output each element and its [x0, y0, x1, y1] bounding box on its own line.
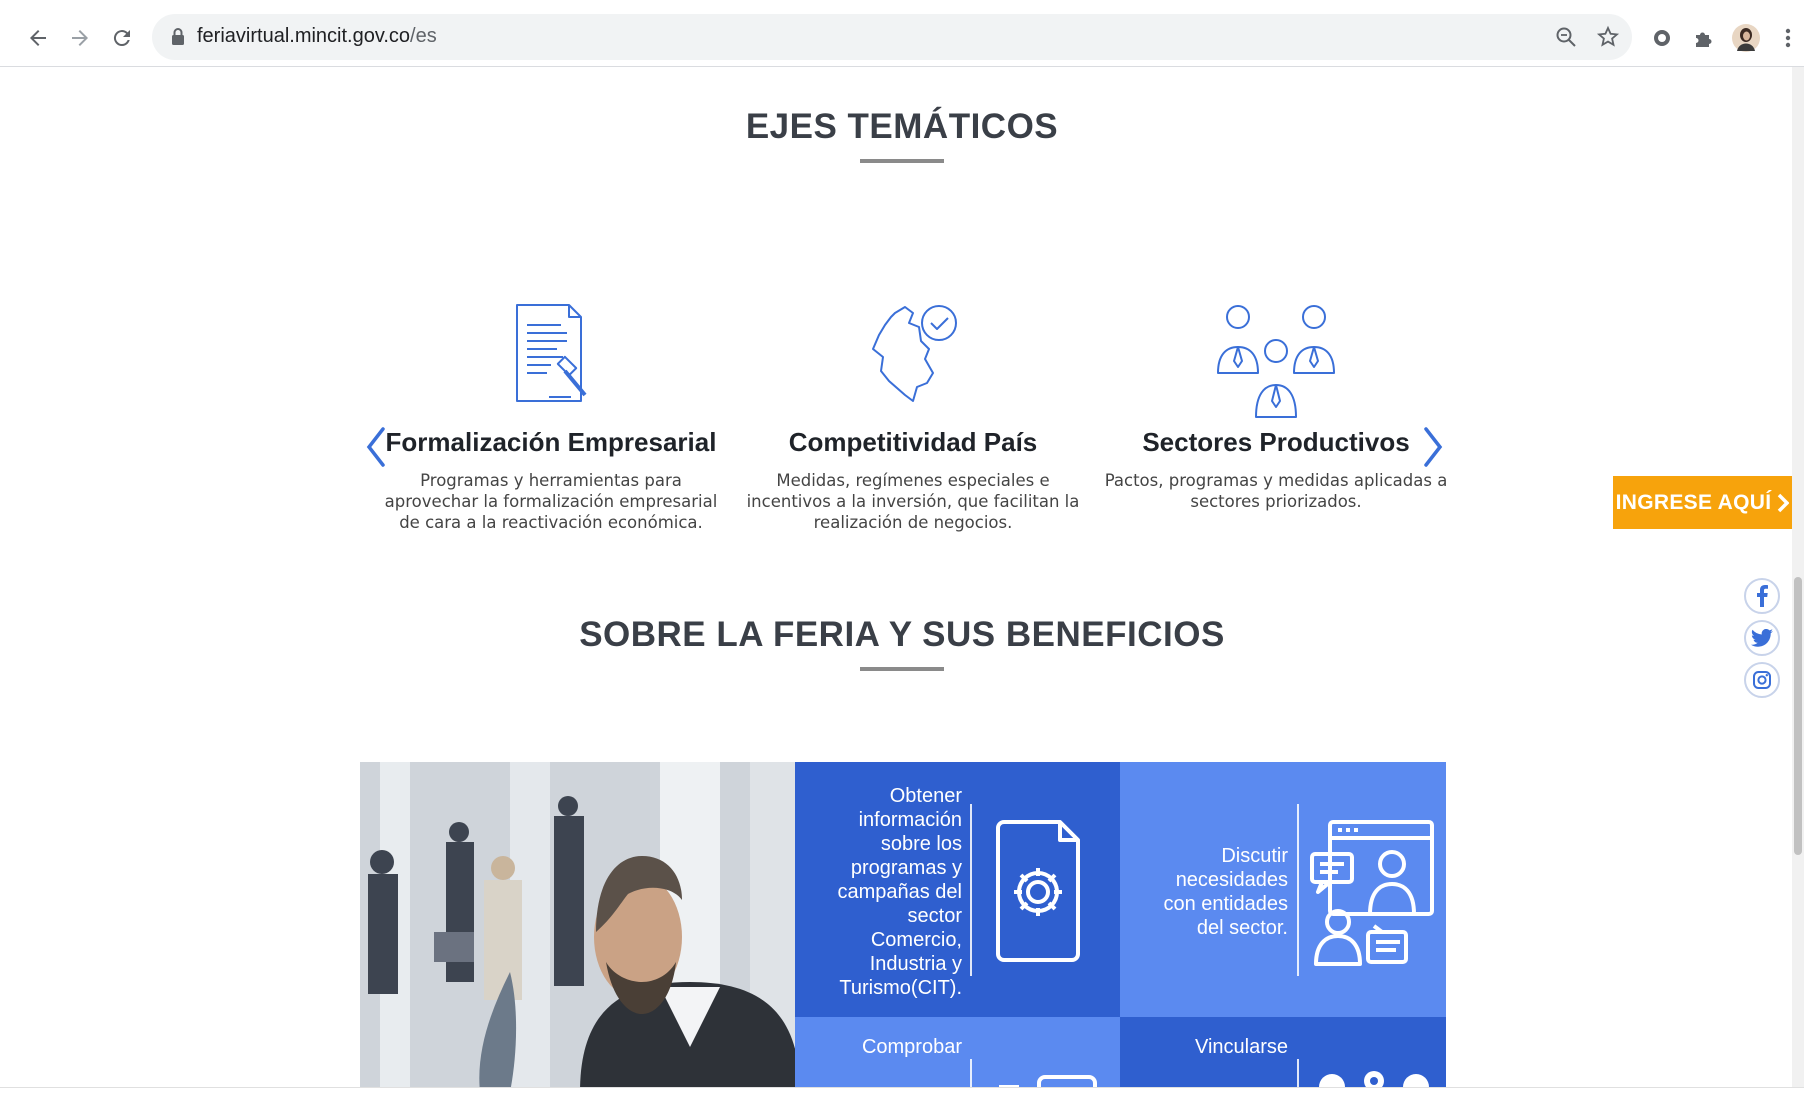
tile-partial-icon [999, 1075, 1097, 1087]
beneficio-text: Comprobar [792, 1035, 962, 1059]
beneficio-line: Vincularse [1194, 1036, 1288, 1058]
lock-icon [172, 28, 184, 45]
beneficio-line: del sector. [1196, 917, 1288, 939]
instagram-link[interactable] [1744, 662, 1780, 698]
forward-button[interactable] [60, 18, 100, 58]
beneficio-line: necesidades [1175, 869, 1288, 891]
beneficio-line: sector [907, 905, 962, 927]
beneficio-line: programas y [850, 857, 962, 879]
zoom-button[interactable] [1546, 17, 1586, 57]
beneficio-tile-info[interactable]: Obtener información sobre los programas … [795, 762, 1120, 1017]
address-bar[interactable]: feriavirtual.mincit.gov.co/es [152, 14, 1632, 60]
beneficio-line: con entidades [1163, 893, 1288, 915]
extensions-menu-button[interactable] [1684, 18, 1724, 58]
browser-toolbar: feriavirtual.mincit.gov.co/es [0, 0, 1804, 67]
puzzle-icon [1696, 32, 1712, 47]
forward-arrow-icon [72, 30, 88, 46]
beneficio-tile-vincularse[interactable]: Vincularse [1120, 1017, 1446, 1087]
instagram-icon [1753, 671, 1771, 689]
kebab-menu-icon [1785, 28, 1791, 48]
eje-desc-line: Medidas, regímenes especiales e [776, 471, 1050, 490]
beneficio-tile-comprobar[interactable]: Comprobar [795, 1017, 1120, 1087]
eje-desc-line: Programas y herramientas para [420, 471, 682, 490]
chevron-right-icon [1778, 493, 1790, 512]
page-content: EJES TEMÁTICOS Formalización Empresarial… [10, 67, 1792, 1087]
beneficio-line: información [858, 809, 962, 831]
bookmark-button[interactable] [1588, 17, 1628, 57]
twitter-link[interactable] [1744, 620, 1780, 656]
eje-card-sectores[interactable]: Sectores Productivos Pactos, programas y… [1096, 301, 1456, 512]
avatar-icon [1732, 24, 1760, 52]
eje-description: Pactos, programas y medidas aplicadas a … [1096, 470, 1456, 512]
eje-desc-line: realización de negocios. [813, 513, 1013, 532]
beneficios-grid: Obtener información sobre los programas … [360, 762, 1446, 1087]
eje-desc-line: incentivos a la inversión, que facilitan… [746, 492, 1080, 511]
back-arrow-icon [30, 30, 46, 46]
ejes-title: EJES TEMÁTICOS [745, 107, 1059, 146]
tile-divider [1297, 1059, 1299, 1087]
url-path: /es [410, 25, 437, 47]
photo-illustration [360, 762, 795, 1087]
scrollbar[interactable] [1792, 67, 1804, 1087]
eje-title: Sectores Productivos [1142, 427, 1410, 457]
star-icon [1596, 25, 1620, 47]
tile-divider [1297, 804, 1299, 976]
beneficio-line: Obtener [889, 785, 962, 807]
business-people-photo [360, 762, 795, 1087]
beneficio-text: Obtener información sobre los programas … [792, 784, 962, 1000]
tile-divider [970, 804, 972, 976]
eje-desc-line: aprovechar la formalización empresarial [384, 492, 718, 511]
beneficio-tile-discutir[interactable]: Discutir necesidades con entidades del s… [1120, 762, 1446, 1017]
reload-button[interactable] [102, 18, 142, 58]
eje-description: Programas y herramientas para aprovechar… [381, 470, 721, 533]
beneficio-line: sobre los [880, 833, 962, 855]
ingrese-label: INGRESE AQUÍ [1615, 490, 1772, 514]
beneficio-text: Vincularse [1118, 1035, 1288, 1059]
beneficio-text: Discutir necesidades con entidades del s… [1118, 844, 1288, 940]
beneficio-line: Comprobar [861, 1036, 962, 1058]
url-domain: feriavirtual.mincit.gov.co [197, 25, 411, 47]
facebook-icon [1757, 585, 1768, 607]
document-gear-icon [996, 820, 1080, 962]
eje-card-competitividad[interactable]: Competitividad País Medidas, regímenes e… [733, 301, 1093, 533]
zoom-icon [1556, 27, 1576, 47]
eje-card-formalizacion[interactable]: Formalización Empresarial Programas y he… [381, 301, 721, 533]
beneficios-title-underline [860, 667, 944, 671]
eje-title: Formalización Empresarial [385, 427, 717, 457]
back-button[interactable] [18, 18, 58, 58]
scrollbar-thumb[interactable] [1794, 577, 1802, 855]
reload-icon [113, 30, 130, 47]
eje-desc-line: de cara a la reactivación económica. [399, 513, 703, 532]
beneficio-line: Comercio, [870, 929, 962, 951]
circle-extension-icon [1654, 30, 1670, 46]
eje-description: Medidas, regímenes especiales e incentiv… [733, 470, 1093, 533]
colombia-map-check-icon [872, 305, 957, 402]
beneficio-line: Turismo(CIT). [839, 977, 962, 999]
ejes-title-underline [860, 159, 944, 163]
bottom-strip [0, 1087, 1804, 1108]
beneficio-line: Industria y [869, 953, 962, 975]
network-people-icon [1319, 1071, 1429, 1087]
beneficio-line: Discutir [1221, 845, 1288, 867]
extension-button[interactable] [1642, 18, 1682, 58]
beneficio-line: campañas del [837, 881, 962, 903]
facebook-link[interactable] [1744, 578, 1780, 614]
twitter-icon [1751, 629, 1773, 647]
eje-desc-line: Pactos, programas y medidas aplicadas a [1104, 471, 1448, 490]
beneficios-title: SOBRE LA FERIA Y SUS BENEFICIOS [579, 615, 1225, 654]
people-group-icon [1217, 305, 1335, 418]
tile-divider [970, 1059, 972, 1087]
eje-desc-line: sectores priorizados. [1190, 492, 1362, 511]
browser-menu-button[interactable] [1768, 18, 1804, 58]
ingrese-aqui-button[interactable]: INGRESE AQUÍ [1613, 476, 1792, 529]
document-gavel-icon [516, 304, 587, 402]
video-conference-icon [1310, 820, 1434, 966]
profile-button[interactable] [1726, 18, 1766, 58]
eje-title: Competitividad País [788, 427, 1038, 457]
url-text: feriavirtual.mincit.gov.co/es [197, 25, 437, 48]
